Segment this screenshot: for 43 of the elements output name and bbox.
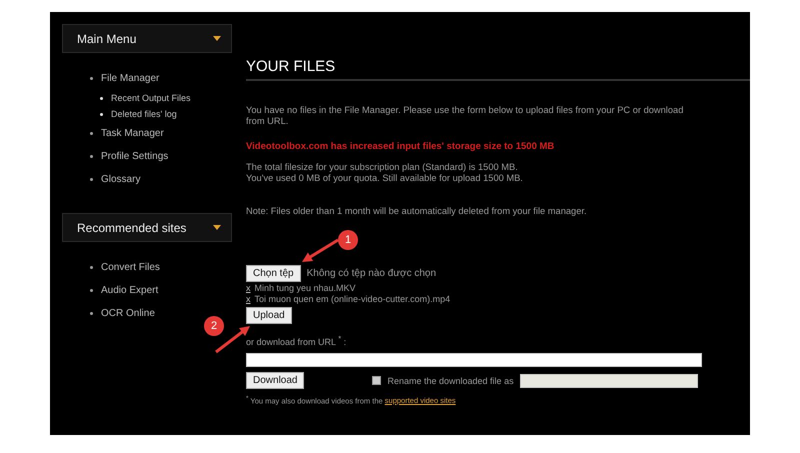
menu-title: Main Menu <box>77 32 136 46</box>
menu-item[interactable]: Audio Expert <box>101 285 158 296</box>
menu-title: Recommended sites <box>77 220 186 234</box>
file-name: Minh tung yeu nhau.MKV <box>254 282 356 292</box>
dropdown-icon <box>213 225 221 230</box>
page-title: YOUR FILES <box>246 58 750 81</box>
quota-text: The total filesize for your subscription plan (Standard) is 1500 MB. <box>246 162 519 173</box>
menu-item[interactable]: Deleted files' log <box>111 109 177 119</box>
bullet-icon <box>90 178 93 181</box>
bullet-icon <box>90 155 93 158</box>
quota-text: You've used 0 MB of your quota. Still available for upload 1500 MB. <box>246 173 524 184</box>
bullet-icon <box>100 112 103 116</box>
bullet-icon <box>90 266 93 269</box>
menu-item[interactable]: Glossary <box>101 174 140 185</box>
choose-file-button[interactable]: Chọn tệp <box>246 265 301 282</box>
file-name: Toi muon quen em (online-video-cutter.com).mp4 <box>254 294 450 304</box>
bullet-icon <box>90 77 93 80</box>
notice-text: Videotoolbox.com has increased input files' storage size to 1500 MB <box>246 141 556 152</box>
file-status: Không có tệp nào được chọn <box>306 268 436 279</box>
note-text: Note: Files older than 1 month will be automatically deleted from your file manager. <box>246 206 588 217</box>
menu-header[interactable]: Recommended sites <box>62 213 232 242</box>
menu-item[interactable]: Recent Output Files <box>111 93 191 103</box>
download-button[interactable]: Download <box>246 372 304 389</box>
rename-checkbox[interactable] <box>372 376 382 385</box>
remove-link[interactable]: x <box>246 294 250 304</box>
menu-item[interactable]: OCR Online <box>101 308 155 319</box>
bullet-icon <box>90 312 93 315</box>
url-label: or download from URL $^{*}$ : <box>246 334 346 347</box>
rename-field[interactable] <box>520 374 698 388</box>
url-field[interactable] <box>246 353 702 367</box>
bullet-icon <box>90 132 93 135</box>
rename-label: Rename the downloaded file as <box>387 376 514 386</box>
upload-button[interactable]: Upload <box>246 307 292 324</box>
bullet-icon <box>90 289 93 292</box>
menu-item[interactable]: Profile Settings <box>101 151 168 162</box>
bullet-icon <box>100 96 103 100</box>
menu-item[interactable]: File Manager <box>101 73 160 84</box>
intro-text: You have no files in the File Manager. Please use the form below to upload files from your PC or download from URL. <box>246 105 684 127</box>
remove-link[interactable]: x <box>246 282 250 292</box>
dropdown-icon <box>213 36 221 41</box>
menu-header[interactable]: Main Menu <box>62 24 232 53</box>
menu-item[interactable]: Convert Files <box>101 262 160 273</box>
menu-item[interactable]: Task Manager <box>101 128 164 139</box>
